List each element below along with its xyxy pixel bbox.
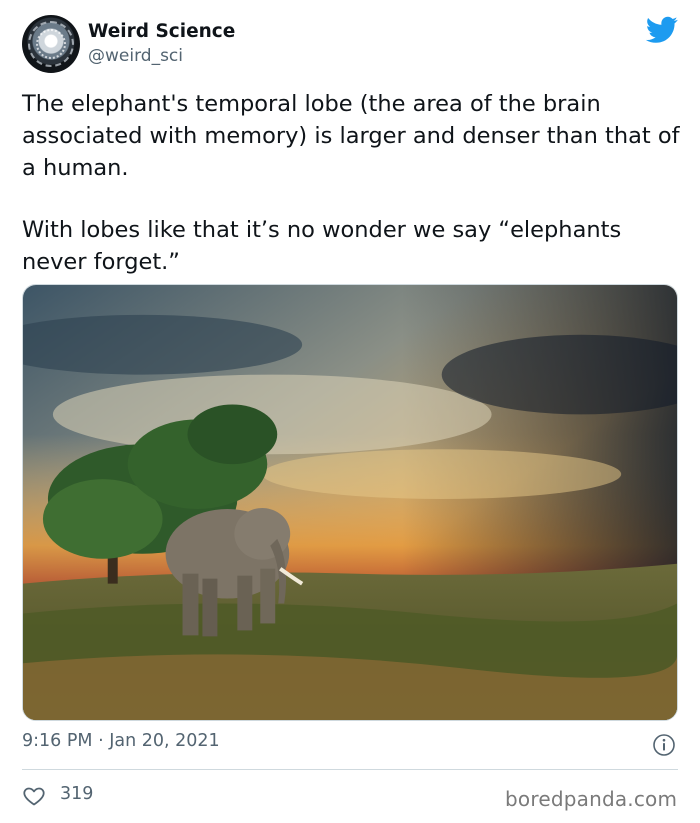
- tweet-paragraph-1: The elephant's temporal lobe (the area o…: [22, 91, 680, 181]
- tweet-paragraph-2: With lobes like that it’s no wonder we s…: [22, 217, 622, 275]
- avatar-inner-ring-decoration: [36, 29, 66, 59]
- author-display-name[interactable]: Weird Science: [88, 21, 235, 42]
- tweet-body: The elephant's temporal lobe (the area o…: [22, 88, 682, 278]
- elephant-savanna-photo: [23, 285, 677, 720]
- author-handle[interactable]: @weird_sci: [88, 46, 183, 66]
- twitter-bird-icon: [646, 16, 678, 43]
- like-count[interactable]: 319: [60, 784, 93, 804]
- author-avatar[interactable]: [22, 15, 80, 73]
- heart-icon[interactable]: [22, 784, 46, 808]
- tweet-photo[interactable]: [22, 284, 678, 721]
- action-divider: [22, 769, 678, 770]
- info-icon[interactable]: [652, 733, 676, 757]
- boredpanda-watermark: boredpanda.com: [505, 787, 678, 811]
- tweet-timestamp[interactable]: 9:16 PM · Jan 20, 2021: [22, 731, 220, 751]
